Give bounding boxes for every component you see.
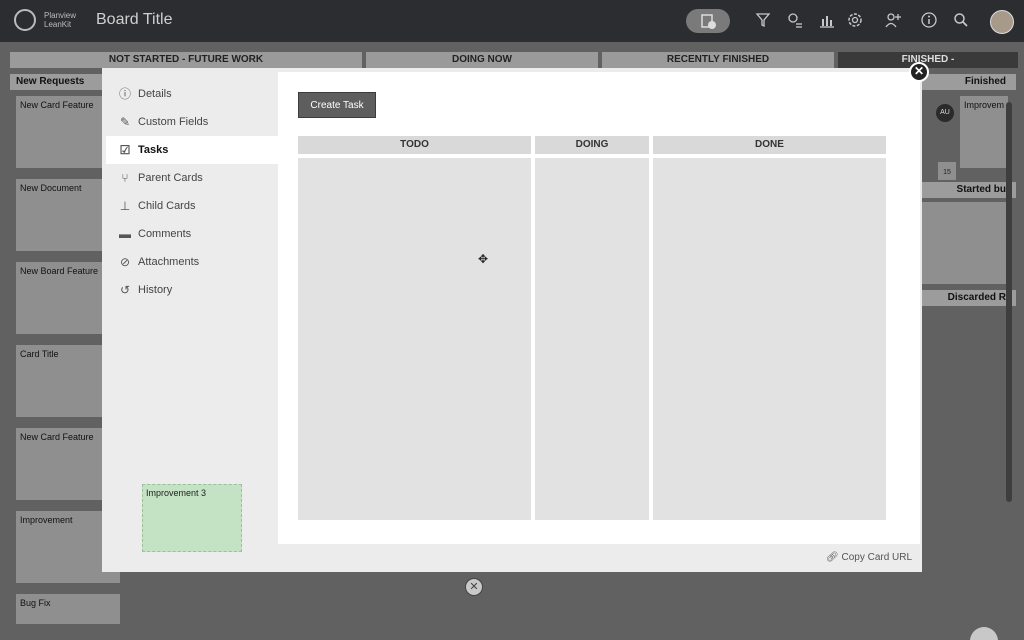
sidebar-item-tasks[interactable]: ☑ Tasks	[106, 136, 278, 164]
info-icon[interactable]	[920, 11, 938, 29]
close-modal-button[interactable]: ✕	[909, 62, 929, 82]
comments-icon: ▬	[119, 227, 131, 241]
history-icon: ↺	[119, 283, 131, 297]
user-avatar[interactable]	[990, 10, 1014, 34]
top-bar: Planview LeanKit Board Title	[0, 0, 1024, 42]
lane-header-not-started[interactable]: NOT STARTED - FUTURE WORK	[10, 52, 362, 68]
board-title[interactable]: Board Title	[96, 11, 172, 29]
tasks-column-todo[interactable]	[298, 158, 531, 520]
paperclip-icon: ⊘	[119, 255, 131, 269]
sidebar-item-attachments[interactable]: ⊘ Attachments	[106, 248, 278, 276]
close-circle-icon[interactable]: ✕	[465, 578, 483, 596]
copy-card-url-link[interactable]: 🔗︎ Copy Card URL	[826, 552, 912, 563]
vertical-scrollbar[interactable]	[1006, 102, 1012, 502]
info-icon: ⓘ	[118, 87, 131, 101]
sidebar-item-custom-fields[interactable]: ✎ Custom Fields	[106, 108, 278, 136]
add-card-button[interactable]	[686, 9, 730, 33]
tasks-column-doing[interactable]	[535, 158, 649, 520]
sidebar-item-details[interactable]: ⓘ Details	[106, 80, 278, 108]
child-cards-icon: ⊥	[119, 199, 131, 213]
board-card[interactable]: Improvem	[960, 96, 1008, 168]
lane-header-doing-now[interactable]: DOING NOW	[366, 52, 598, 68]
board-card[interactable]: Bug Fix	[16, 594, 120, 624]
sidebar-item-comments[interactable]: ▬ Comments	[106, 220, 278, 248]
link-icon: 🔗︎	[826, 552, 839, 563]
tasks-column-done[interactable]	[653, 158, 886, 520]
checkbox-icon: ☑	[119, 143, 131, 157]
card-modal: ⓘ Details ✎ Custom Fields ☑ Tasks ⑂ Pare…	[102, 68, 922, 572]
lane-header-recently-finished[interactable]: RECENTLY FINISHED	[602, 52, 834, 68]
parent-cards-icon: ⑂	[121, 171, 129, 185]
logo-text: Planview LeanKit	[44, 11, 77, 29]
move-cursor-icon: ✥	[477, 252, 489, 266]
card-avatar: AU	[936, 104, 954, 122]
lane-area	[920, 202, 1008, 284]
tasks-panel: Create Task TODO DOING DONE ✥	[278, 72, 920, 544]
sublane-discarded[interactable]: Discarded R	[920, 290, 1016, 306]
calendar-icon: 15	[938, 162, 956, 180]
add-user-icon[interactable]	[884, 11, 902, 29]
create-task-button[interactable]: Create Task	[298, 92, 376, 118]
activity-icon[interactable]	[786, 11, 804, 29]
search-icon[interactable]	[952, 11, 970, 29]
sidebar-item-history[interactable]: ↺ History	[106, 276, 278, 304]
sublane-started[interactable]: Started bu	[920, 182, 1016, 198]
filter-icon[interactable]	[754, 11, 772, 29]
dragged-card[interactable]: Improvement 3	[142, 484, 242, 552]
tasks-column-header-todo: TODO	[298, 136, 531, 154]
planview-logo-icon[interactable]	[14, 9, 36, 31]
sidebar-item-parent-cards[interactable]: ⑂ Parent Cards	[106, 164, 278, 192]
tasks-column-header-doing: DOING	[535, 136, 649, 154]
analytics-icon[interactable]	[818, 11, 836, 29]
tasks-column-header-done: DONE	[653, 136, 886, 154]
add-card-icon	[701, 14, 716, 29]
settings-icon[interactable]	[846, 11, 864, 29]
lane-header-finished[interactable]: FINISHED -	[838, 52, 1018, 68]
sidebar-item-child-cards[interactable]: ⊥ Child Cards	[106, 192, 278, 220]
sublane-finished[interactable]: Finished	[920, 74, 1016, 90]
edit-fields-icon: ✎	[119, 115, 131, 129]
planview-help-icon[interactable]	[970, 627, 998, 640]
